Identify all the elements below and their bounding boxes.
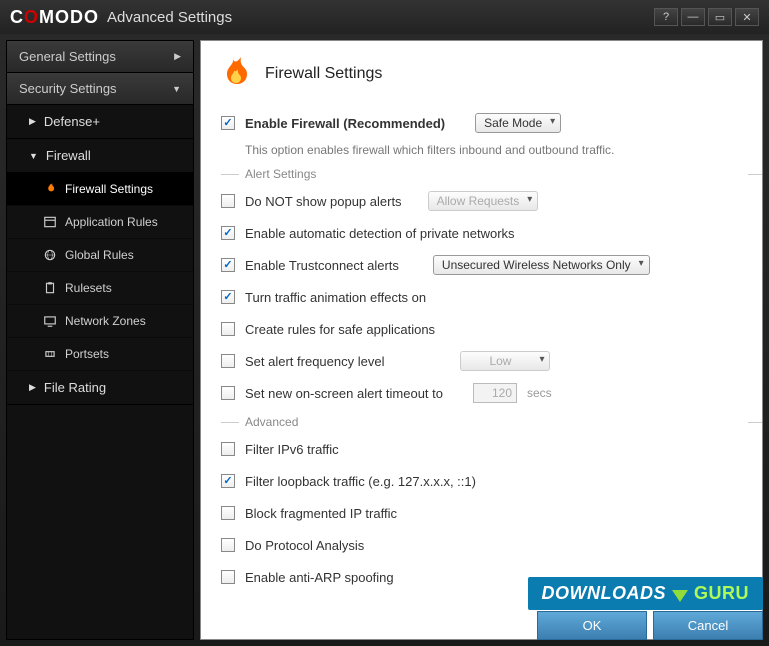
chevron-right-icon: ▶ (29, 382, 36, 393)
clipboard-icon (43, 281, 57, 295)
flame-icon (43, 182, 57, 196)
checkbox-trustconnect[interactable] (221, 258, 235, 272)
page-title: Firewall Settings (265, 65, 382, 83)
sidebar-item-label: Portsets (65, 347, 109, 361)
combo-freq-level: Low (460, 351, 550, 371)
checkbox-freq-level[interactable] (221, 354, 235, 368)
input-timeout (473, 383, 517, 403)
combo-trustconnect[interactable]: Unsecured Wireless Networks Only (433, 255, 650, 275)
sidebar-sub-rulesets[interactable]: Rulesets (7, 272, 193, 305)
minimize-button[interactable]: — (681, 8, 705, 26)
ok-button[interactable]: OK (537, 611, 647, 640)
watermark-text-right: GURU (694, 583, 749, 604)
label-auto-detect: Enable automatic detection of private ne… (245, 226, 515, 241)
sidebar-section-security[interactable]: Security Settings ▼ (7, 73, 193, 105)
checkbox-auto-detect[interactable] (221, 226, 235, 240)
label-enable-firewall: Enable Firewall (Recommended) (245, 116, 445, 131)
window-icon (43, 215, 57, 229)
label-safe-rules: Create rules for safe applications (245, 322, 435, 337)
label-trustconnect: Enable Trustconnect alerts (245, 258, 399, 273)
group-advanced: Advanced (245, 415, 742, 429)
content-panel: Firewall Settings Enable Firewall (Recom… (200, 40, 763, 640)
label-ipv6: Filter IPv6 traffic (245, 442, 339, 457)
watermark-text-left: DOWNLOADS (542, 583, 667, 604)
sidebar-item-label: Rulesets (65, 281, 112, 295)
monitor-icon (43, 314, 57, 328)
sidebar-section-general[interactable]: General Settings ▶ (7, 41, 193, 73)
sidebar-item-label: File Rating (44, 380, 106, 395)
checkbox-ipv6[interactable] (221, 442, 235, 456)
sidebar-sub-app-rules[interactable]: Application Rules (7, 206, 193, 239)
maximize-button[interactable]: ▭ (708, 8, 732, 26)
label-loopback: Filter loopback traffic (e.g. 127.x.x.x,… (245, 474, 476, 489)
footer: OK Cancel (531, 605, 769, 646)
close-button[interactable]: ✕ (735, 8, 759, 26)
chevron-down-icon: ▼ (29, 151, 38, 161)
group-alert-settings: Alert Settings (245, 167, 742, 181)
checkbox-no-popup[interactable] (221, 194, 235, 208)
sidebar-sub-firewall-settings[interactable]: Firewall Settings (7, 173, 193, 206)
checkbox-loopback[interactable] (221, 474, 235, 488)
globe-icon (43, 248, 57, 262)
help-button[interactable]: ? (654, 8, 678, 26)
sidebar-sub-global-rules[interactable]: Global Rules (7, 239, 193, 272)
sidebar-label: General Settings (19, 49, 116, 64)
sidebar-sub-network-zones[interactable]: Network Zones (7, 305, 193, 338)
chevron-right-icon: ▶ (29, 116, 36, 127)
chevron-down-icon: ▼ (172, 84, 181, 94)
sidebar-item-file-rating[interactable]: ▶ File Rating (7, 371, 193, 405)
sidebar: General Settings ▶ Security Settings ▼ ▶… (6, 40, 194, 640)
brand-logo: COMODO (10, 7, 99, 28)
label-protocol: Do Protocol Analysis (245, 538, 364, 553)
sidebar-item-label: Global Rules (65, 248, 134, 262)
sidebar-item-label: Defense+ (44, 114, 100, 129)
checkbox-enable-firewall[interactable] (221, 116, 235, 130)
sidebar-label: Security Settings (19, 81, 117, 96)
combo-no-popup-action: Allow Requests (428, 191, 539, 211)
label-arp: Enable anti-ARP spoofing (245, 570, 394, 585)
sidebar-sub-portsets[interactable]: Portsets (7, 338, 193, 371)
download-arrow-icon (672, 590, 688, 602)
sidebar-item-label: Network Zones (65, 314, 146, 328)
label-no-popup: Do NOT show popup alerts (245, 194, 402, 209)
titlebar: COMODO Advanced Settings ? — ▭ ✕ (0, 0, 769, 34)
label-timeout: Set new on-screen alert timeout to (245, 386, 443, 401)
label-fragmented: Block fragmented IP traffic (245, 506, 397, 521)
window-title: Advanced Settings (107, 9, 232, 26)
sidebar-item-defense[interactable]: ▶ Defense+ (7, 105, 193, 139)
checkbox-protocol[interactable] (221, 538, 235, 552)
flame-icon (221, 55, 253, 93)
checkbox-arp[interactable] (221, 570, 235, 584)
port-icon (43, 347, 57, 361)
checkbox-traffic-anim[interactable] (221, 290, 235, 304)
chevron-right-icon: ▶ (174, 51, 181, 62)
sidebar-item-label: Firewall Settings (65, 182, 153, 196)
sidebar-item-label: Firewall (46, 148, 91, 163)
sidebar-item-label: Application Rules (65, 215, 158, 229)
checkbox-fragmented[interactable] (221, 506, 235, 520)
label-freq-level: Set alert frequency level (245, 354, 384, 369)
label-traffic-anim: Turn traffic animation effects on (245, 290, 426, 305)
label-timeout-unit: secs (527, 386, 552, 400)
cancel-button[interactable]: Cancel (653, 611, 763, 640)
sidebar-item-firewall[interactable]: ▼ Firewall (7, 139, 193, 173)
checkbox-timeout[interactable] (221, 386, 235, 400)
combo-firewall-mode[interactable]: Safe Mode (475, 113, 561, 133)
checkbox-safe-rules[interactable] (221, 322, 235, 336)
desc-enable-firewall: This option enables firewall which filte… (245, 143, 742, 157)
